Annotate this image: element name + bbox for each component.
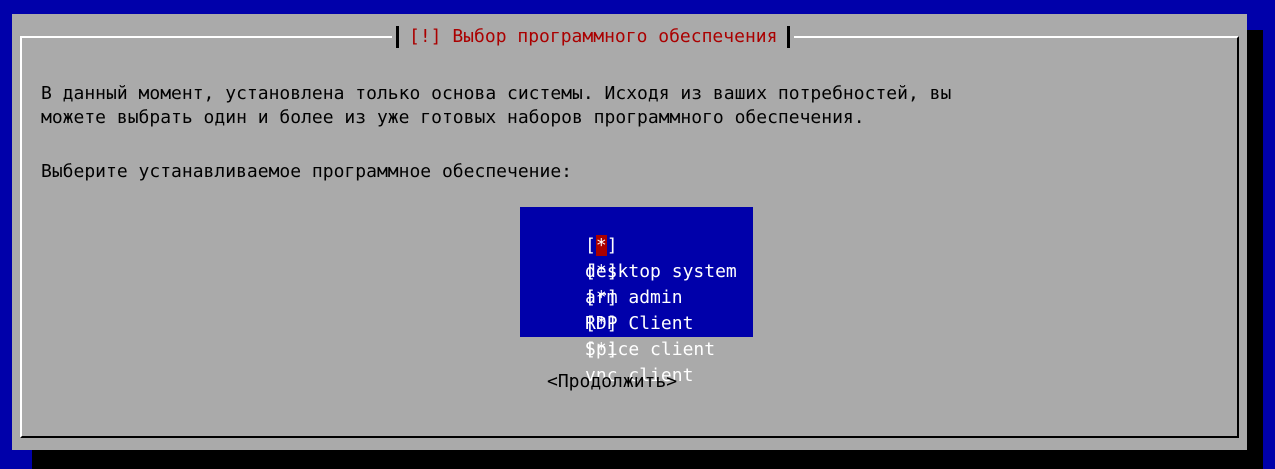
- continue-button[interactable]: <Продолжить>: [547, 370, 677, 394]
- dialog-title: [!] Выбор программного обеспечения: [409, 26, 778, 47]
- title-right-tick: [787, 26, 791, 48]
- checkbox-rdp-client[interactable]: [*]: [585, 285, 618, 311]
- task-item-desktop-system[interactable]: [*] desktop system: [520, 207, 753, 282]
- selection-prompt: Выберите устанавливаемое программное обе…: [41, 161, 573, 182]
- description-line-1: В данный момент, установлена только осно…: [41, 83, 952, 104]
- software-selection-dialog: [!] Выбор программного обеспечения В дан…: [12, 14, 1247, 450]
- checkbox-arm-admin[interactable]: [*]: [585, 259, 618, 285]
- software-task-list[interactable]: [*] desktop system [*] arm admin [*] RDP…: [520, 207, 753, 386]
- description-line-2: можете выбрать один и более из уже готов…: [41, 107, 865, 128]
- checkbox-desktop-system[interactable]: [*]: [585, 233, 618, 259]
- selection-cursor: *: [595, 235, 607, 256]
- dialog-title-bar: [!] Выбор программного обеспечения: [392, 26, 795, 48]
- checkbox-spice-client[interactable]: [*]: [585, 311, 618, 337]
- checkbox-vnc-client[interactable]: [*]: [585, 337, 618, 363]
